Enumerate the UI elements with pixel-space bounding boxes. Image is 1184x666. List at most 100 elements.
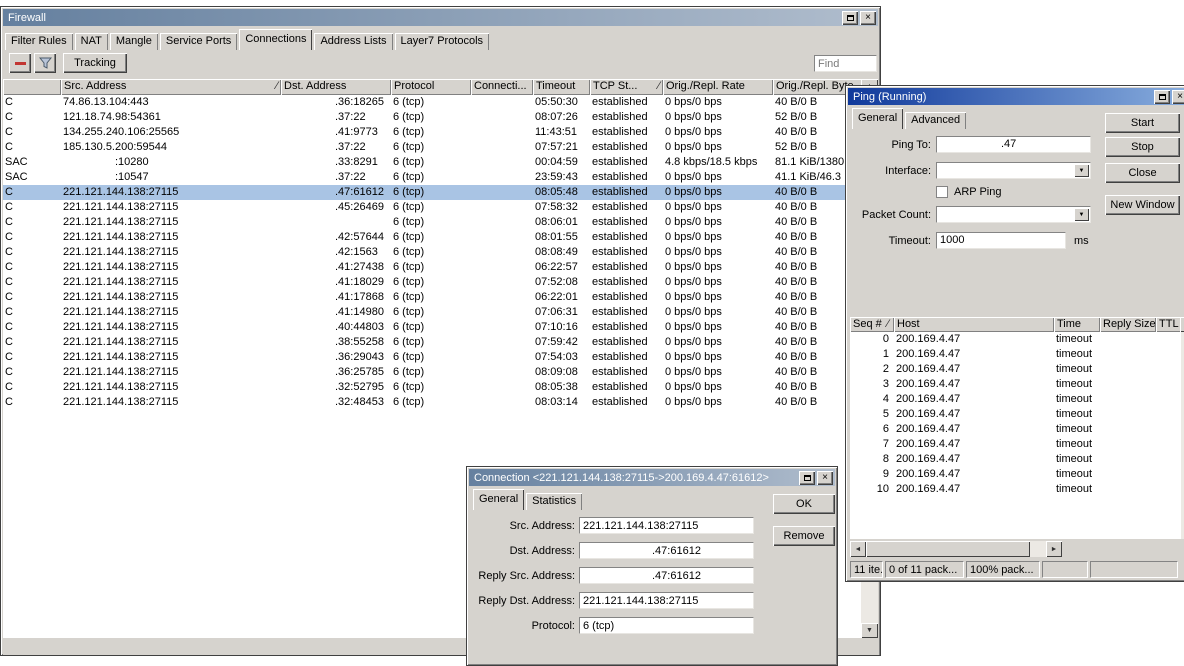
table-row[interactable]: C 221.121.144.138:27115 .38:55258 6 (tcp… bbox=[3, 335, 861, 350]
connection-tab[interactable]: Statistics bbox=[526, 493, 582, 510]
cell-connection-mark bbox=[471, 215, 533, 230]
chevron-down-icon[interactable]: ▼ bbox=[1074, 164, 1089, 177]
field-value[interactable]: .47:61612 bbox=[579, 542, 754, 559]
table-row[interactable]: SAC :10547 .37:22 6 (tcp) 23:59:43 estab… bbox=[3, 170, 861, 185]
column-select-button[interactable]: ▼ bbox=[1180, 317, 1184, 332]
connection-titlebar[interactable]: Connection <221.121.144.138:27115->200.1… bbox=[469, 469, 835, 486]
timeout-input[interactable]: 1000 bbox=[936, 232, 1066, 249]
table-row[interactable]: C 221.121.144.138:27115 .45:26469 6 (tcp… bbox=[3, 200, 861, 215]
table-row[interactable]: C 221.121.144.138:27115 .42:57644 6 (tcp… bbox=[3, 230, 861, 245]
firewall-tab[interactable]: Mangle bbox=[110, 33, 158, 50]
column-header[interactable]: Src. Address ∕ bbox=[61, 79, 281, 95]
column-header[interactable]: Host bbox=[894, 317, 1054, 332]
table-row[interactable]: C 221.121.144.138:27115 .32:52795 6 (tcp… bbox=[3, 380, 861, 395]
scroll-down-icon[interactable]: ▼ bbox=[861, 623, 878, 638]
restore-button[interactable] bbox=[1154, 90, 1170, 104]
table-row[interactable]: 3 200.169.4.47 timeout bbox=[850, 377, 1181, 392]
close-button[interactable]: × bbox=[1172, 90, 1184, 104]
table-row[interactable]: 1 200.169.4.47 timeout bbox=[850, 347, 1181, 362]
column-header[interactable] bbox=[3, 79, 61, 95]
find-input[interactable] bbox=[814, 55, 877, 72]
ping-horizontal-scrollbar[interactable]: ◄ ► bbox=[850, 541, 1062, 557]
table-row[interactable]: C 221.121.144.138:27115 .41:27438 6 (tcp… bbox=[3, 260, 861, 275]
column-header[interactable]: Connecti... bbox=[471, 79, 533, 95]
close-button[interactable]: × bbox=[860, 11, 876, 25]
table-row[interactable]: C 221.121.144.138:27115 .40:44803 6 (tcp… bbox=[3, 320, 861, 335]
ping-to-input[interactable]: .47 bbox=[936, 136, 1091, 153]
dialog-button[interactable]: OK bbox=[773, 494, 835, 514]
restore-button[interactable] bbox=[799, 471, 815, 485]
column-header[interactable]: Orig./Repl. Rate bbox=[663, 79, 773, 95]
table-row[interactable]: 9 200.169.4.47 timeout bbox=[850, 467, 1181, 482]
scrollbar-thumb[interactable] bbox=[866, 541, 1030, 557]
table-row[interactable]: C 221.121.144.138:27115 .42:1563 6 (tcp)… bbox=[3, 245, 861, 260]
firewall-tab[interactable]: Address Lists bbox=[314, 33, 392, 50]
dialog-button[interactable]: Remove bbox=[773, 526, 835, 546]
table-row[interactable]: C 221.121.144.138:27115 .41:17868 6 (tcp… bbox=[3, 290, 861, 305]
column-header[interactable]: TCP St... ∕ bbox=[590, 79, 663, 95]
column-header[interactable]: Reply Size bbox=[1100, 317, 1156, 332]
ping-tab[interactable]: General bbox=[852, 108, 903, 129]
ping-action-button[interactable]: New Window bbox=[1105, 195, 1180, 215]
ping-action-button[interactable]: Stop bbox=[1105, 137, 1180, 157]
table-row[interactable]: C 185.130.5.200:59544 .37:22 6 (tcp) 07:… bbox=[3, 140, 861, 155]
firewall-tab[interactable]: Layer7 Protocols bbox=[395, 33, 490, 50]
table-row[interactable]: C 221.121.144.138:27115 .41:18029 6 (tcp… bbox=[3, 275, 861, 290]
chevron-down-icon[interactable]: ▼ bbox=[1074, 208, 1089, 221]
table-row[interactable]: 0 200.169.4.47 timeout bbox=[850, 332, 1181, 347]
scroll-left-icon[interactable]: ◄ bbox=[850, 541, 866, 557]
arp-ping-checkbox[interactable] bbox=[936, 186, 948, 198]
column-header[interactable]: Dst. Address bbox=[281, 79, 391, 95]
ping-action-button[interactable]: Start bbox=[1105, 113, 1180, 133]
table-row[interactable]: C 134.255.240.106:25565 .41:9773 6 (tcp)… bbox=[3, 125, 861, 140]
cell-timeout: 07:52:08 bbox=[533, 275, 590, 290]
firewall-tab[interactable]: Service Ports bbox=[160, 33, 237, 50]
cell-timeout: 00:04:59 bbox=[533, 155, 590, 170]
table-row[interactable]: C 121.18.74.98:54361 .37:22 6 (tcp) 08:0… bbox=[3, 110, 861, 125]
filter-button[interactable] bbox=[34, 53, 56, 73]
field-value[interactable]: .47:61612 bbox=[579, 567, 754, 584]
table-row[interactable]: 7 200.169.4.47 timeout bbox=[850, 437, 1181, 452]
column-header[interactable]: TTL bbox=[1156, 317, 1181, 332]
restore-button[interactable] bbox=[842, 11, 858, 25]
field-value[interactable]: 221.121.144.138:27115 bbox=[579, 517, 754, 534]
close-button[interactable]: × bbox=[817, 471, 833, 485]
firewall-tab[interactable]: NAT bbox=[75, 33, 108, 50]
table-row[interactable]: 6 200.169.4.47 timeout bbox=[850, 422, 1181, 437]
sort-indicator-icon bbox=[465, 79, 468, 95]
cell-timeout: 08:06:01 bbox=[533, 215, 590, 230]
field-value[interactable]: 221.121.144.138:27115 bbox=[579, 592, 754, 609]
table-row[interactable]: 5 200.169.4.47 timeout bbox=[850, 407, 1181, 422]
firewall-tab[interactable]: Filter Rules bbox=[5, 33, 73, 50]
scroll-right-icon[interactable]: ► bbox=[1046, 541, 1062, 557]
table-row[interactable]: C 221.121.144.138:27115 .32:48453 6 (tcp… bbox=[3, 395, 861, 410]
connection-tab[interactable]: General bbox=[473, 489, 524, 510]
tracking-button[interactable]: Tracking bbox=[63, 53, 127, 73]
column-header[interactable]: Timeout bbox=[533, 79, 590, 95]
ping-tab[interactable]: Advanced bbox=[905, 112, 966, 129]
packet-count-input[interactable]: ▼ bbox=[936, 206, 1091, 223]
table-row[interactable]: C 221.121.144.138:27115 .36:29043 6 (tcp… bbox=[3, 350, 861, 365]
ping-action-button[interactable]: Close bbox=[1105, 163, 1180, 183]
table-row[interactable]: 10 200.169.4.47 timeout bbox=[850, 482, 1181, 497]
table-row[interactable]: C 221.121.144.138:27115 .41:14980 6 (tcp… bbox=[3, 305, 861, 320]
interface-select[interactable]: ▼ bbox=[936, 162, 1091, 179]
table-row[interactable]: C 221.121.144.138:27115 6 (tcp) 08:06:01… bbox=[3, 215, 861, 230]
firewall-titlebar[interactable]: Firewall × bbox=[3, 9, 878, 26]
field-value[interactable]: 6 (tcp) bbox=[579, 617, 754, 634]
table-row[interactable]: 8 200.169.4.47 timeout bbox=[850, 452, 1181, 467]
table-row[interactable]: C 221.121.144.138:27115 .36:25785 6 (tcp… bbox=[3, 365, 861, 380]
remove-connection-button[interactable] bbox=[9, 53, 31, 73]
cell-dst-address: .37:22 bbox=[281, 110, 391, 125]
table-row[interactable]: 4 200.169.4.47 timeout bbox=[850, 392, 1181, 407]
column-header[interactable]: Time bbox=[1054, 317, 1100, 332]
column-header[interactable]: Protocol bbox=[391, 79, 471, 95]
firewall-tab[interactable]: Connections bbox=[239, 29, 312, 50]
table-row[interactable]: 2 200.169.4.47 timeout bbox=[850, 362, 1181, 377]
ping-titlebar[interactable]: Ping (Running) × bbox=[848, 88, 1184, 105]
table-row[interactable]: C 221.121.144.138:27115 .47:61612 6 (tcp… bbox=[3, 185, 861, 200]
column-header[interactable]: Seq # ∕ bbox=[850, 317, 894, 332]
sort-indicator-icon bbox=[527, 79, 530, 95]
table-row[interactable]: SAC :10280 .33:8291 6 (tcp) 00:04:59 est… bbox=[3, 155, 861, 170]
table-row[interactable]: C 74.86.13.104:443 .36:18265 6 (tcp) 05:… bbox=[3, 95, 861, 110]
